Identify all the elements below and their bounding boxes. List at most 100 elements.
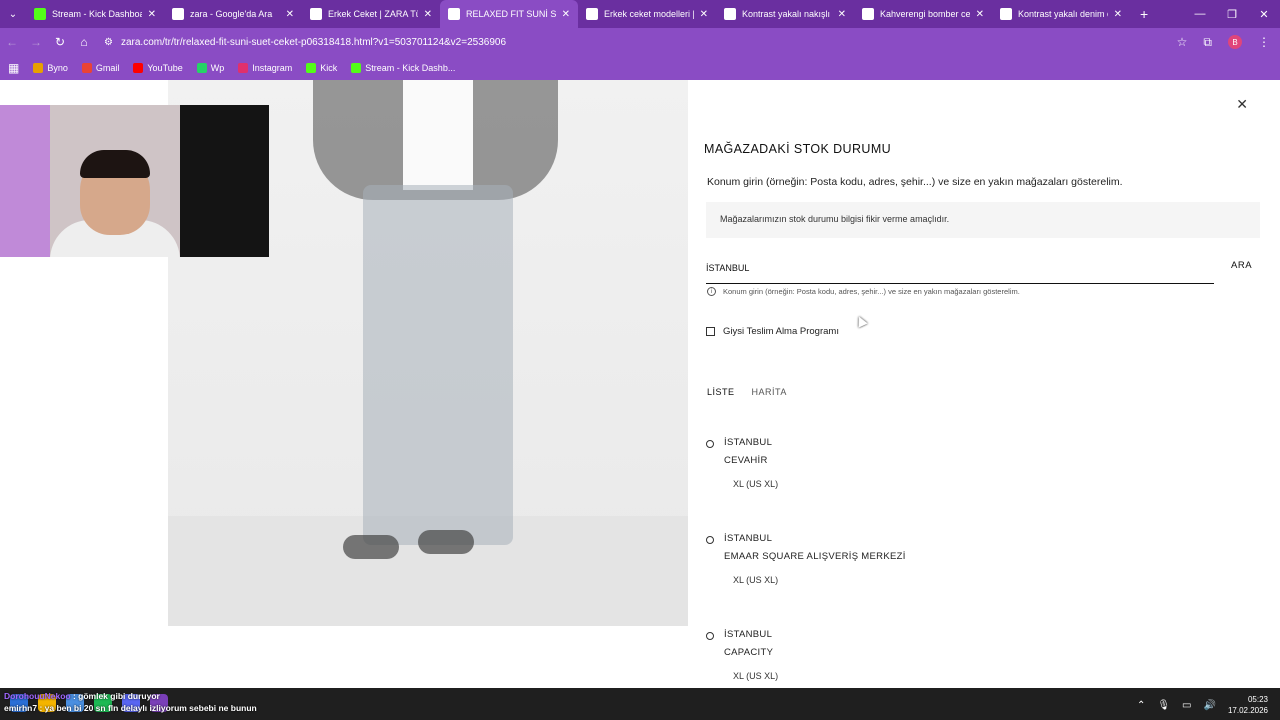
tab-list[interactable]: LİSTE [707, 387, 735, 397]
extensions-icon[interactable]: ⧉ [1203, 35, 1212, 50]
bookmark-icon [196, 63, 207, 73]
store-radio[interactable] [706, 536, 714, 544]
pickup-label: Giysi Teslim Alma Programı [723, 326, 839, 337]
tab-favicon-icon [586, 8, 598, 20]
tab-search-icon[interactable]: ⌄ [0, 0, 26, 28]
browser-tab[interactable]: Kontrast yakalı nakışlı cek ✕ [716, 0, 854, 28]
search-button[interactable]: ARA [1231, 260, 1252, 271]
bookmark-item[interactable]: Stream - Kick Dashb... [351, 63, 455, 73]
tab-favicon-icon [862, 8, 874, 20]
browser-tab[interactable]: Erkek ceket modelleri | Pu ✕ [578, 0, 716, 28]
bookmark-label: Wp [210, 63, 225, 73]
minimize-icon[interactable]: — [1184, 8, 1216, 21]
system-tray: ⌃ 🎙 ▭ 🔊 05:23 17.02.2026 [1137, 694, 1268, 716]
search-hint: i Konum girin (örneğin: Posta kodu, adre… [707, 287, 1020, 296]
bookmark-item[interactable]: Gmail [81, 63, 120, 73]
close-window-icon[interactable]: ✕ [1248, 8, 1280, 21]
tab-close-icon[interactable]: ✕ [700, 9, 708, 20]
profile-avatar[interactable]: B [1228, 35, 1242, 49]
tab-map[interactable]: HARİTA [752, 387, 787, 397]
view-tabs: LİSTE HARİTA [707, 387, 787, 397]
pickup-checkbox[interactable] [706, 327, 715, 336]
bookmark-icon [81, 63, 92, 73]
menu-icon[interactable]: ⋮ [1258, 35, 1270, 49]
close-icon[interactable]: ✕ [1236, 96, 1248, 113]
tab-favicon-icon [448, 8, 460, 20]
tab-close-icon[interactable]: ✕ [1114, 9, 1122, 20]
tab-close-icon[interactable]: ✕ [838, 9, 846, 20]
tab-favicon-icon [34, 8, 46, 20]
url-field[interactable]: ⚙ zara.com/tr/tr/relaxed-fit-suni-suet-c… [104, 37, 1177, 48]
browser-tab[interactable]: Kahverengi bomber ceket ✕ [854, 0, 992, 28]
tab-favicon-icon [724, 8, 736, 20]
store-radio[interactable] [706, 632, 714, 640]
restore-icon[interactable]: ❐ [1216, 8, 1248, 21]
bookmarks-bar: ▦ Byno Gmail YouTube Wp Instagram Kick Stream … [0, 56, 1280, 80]
tab-close-icon[interactable]: ✕ [976, 9, 984, 20]
bookmark-label: Gmail [95, 63, 120, 73]
bookmark-item[interactable]: Wp [196, 63, 225, 73]
bookmark-item[interactable]: Instagram [238, 63, 292, 73]
location-search-wrap [706, 256, 1214, 284]
store-radio[interactable] [706, 440, 714, 448]
bookmark-label: YouTube [147, 63, 183, 73]
stock-notice: Mağazalarımızın stok durumu bilgisi fiki… [706, 202, 1260, 238]
home-icon[interactable]: ⌂ [72, 35, 96, 49]
panel-title: MAĞAZADAKİ STOK DURUMU [704, 142, 892, 156]
bookmark-star-icon[interactable]: ☆ [1177, 35, 1188, 49]
bookmark-icon [33, 63, 44, 73]
tab-title: RELAXED FIT SUNİ SÜET C [466, 9, 556, 19]
bookmark-item[interactable]: YouTube [133, 63, 183, 73]
bookmark-icon [133, 63, 144, 73]
browser-tab[interactable]: RELAXED FIT SUNİ SÜET C ✕ [440, 0, 578, 28]
tab-close-icon[interactable]: ✕ [562, 9, 570, 20]
tab-title: Kontrast yakalı nakışlı cek [742, 9, 832, 19]
bookmark-item[interactable]: Byno [33, 63, 68, 73]
bookmark-icon [238, 63, 249, 73]
bookmark-label: Instagram [252, 63, 293, 73]
browser-tab[interactable]: Kontrast yakalı denim cek ✕ [992, 0, 1130, 28]
chevron-up-icon[interactable]: ⌃ [1137, 700, 1145, 711]
tab-close-icon[interactable]: ✕ [424, 9, 432, 20]
forward-icon[interactable]: → [24, 35, 48, 49]
browser-tab[interactable]: Erkek Ceket | ZARA Türkiy ✕ [302, 0, 440, 28]
tab-favicon-icon [1000, 8, 1012, 20]
reload-icon[interactable]: ↻ [48, 35, 72, 49]
new-tab-icon[interactable]: + [1140, 6, 1148, 22]
tab-close-icon[interactable]: ✕ [148, 9, 156, 20]
apps-grid-icon[interactable]: ▦ [8, 61, 19, 75]
browser-tab[interactable]: Stream - Kick Dashboard ✕ [26, 0, 164, 28]
bookmark-label: Kick [320, 63, 338, 73]
back-icon[interactable]: ← [0, 35, 24, 49]
location-search-input[interactable] [706, 256, 1214, 273]
tab-title: Kontrast yakalı denim cek [1018, 9, 1108, 19]
tab-title: Stream - Kick Dashboard [52, 9, 142, 19]
bookmark-icon [351, 63, 362, 73]
address-bar-row: ← → ↻ ⌂ ⚙ zara.com/tr/tr/relaxed-fit-sun… [0, 28, 1280, 56]
url-text: zara.com/tr/tr/relaxed-fit-suni-suet-cek… [120, 36, 507, 48]
network-icon[interactable]: ▭ [1182, 700, 1191, 711]
bookmark-icon [306, 63, 317, 73]
site-info-icon[interactable]: ⚙ [104, 37, 113, 48]
tab-title: Erkek ceket modelleri | Pu [604, 9, 694, 19]
tab-title: zara - Google'da Ara [190, 9, 273, 19]
bookmark-label: Byno [47, 63, 68, 73]
mic-icon[interactable]: 🎙 [1157, 700, 1170, 711]
browser-tab[interactable]: zara - Google'da Ara ✕ [164, 0, 302, 28]
tab-favicon-icon [172, 8, 184, 20]
zara-product-page: ✕ MAĞAZADAKİ STOK DURUMU Konum girin (ör… [0, 80, 1280, 688]
volume-icon[interactable]: 🔊 [1204, 700, 1216, 711]
stream-chat-overlay: DorohouuNekoo : gömlek gibi duruyor emir… [4, 691, 257, 713]
window-controls: — ❐ ✕ [1184, 8, 1280, 21]
tab-title: Erkek Ceket | ZARA Türkiy [328, 9, 418, 19]
pickup-checkbox-row[interactable]: Giysi Teslim Alma Programı [706, 326, 839, 337]
tab-favicon-icon [310, 8, 322, 20]
tab-title: Kahverengi bomber ceket [880, 9, 970, 19]
tab-close-icon[interactable]: ✕ [286, 9, 294, 20]
panel-description: Konum girin (örneğin: Posta kodu, adres,… [707, 176, 1123, 188]
clock[interactable]: 05:23 17.02.2026 [1228, 694, 1268, 716]
bookmark-item[interactable]: Kick [306, 63, 337, 73]
bookmark-label: Stream - Kick Dashb... [365, 63, 456, 73]
store-stock-panel: ✕ MAĞAZADAKİ STOK DURUMU Konum girin (ör… [688, 80, 1280, 688]
webcam-overlay [0, 105, 269, 257]
